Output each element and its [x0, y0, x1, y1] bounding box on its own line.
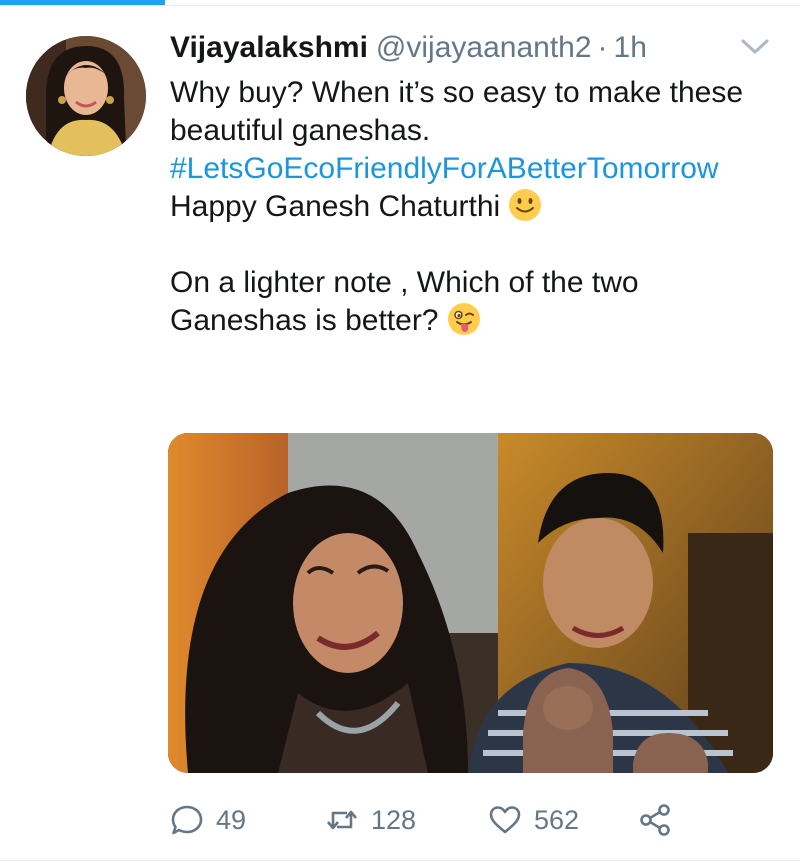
reply-count: 49: [216, 804, 247, 835]
winking-face-with-tongue-icon: [447, 303, 480, 335]
slightly-smiling-face-icon: [509, 189, 542, 221]
author-handle[interactable]: @vijayaananth2: [376, 30, 592, 66]
top-divider: [0, 5, 800, 6]
retweet-button[interactable]: 128: [325, 800, 416, 840]
retweet-icon: [327, 810, 357, 830]
tweet-timestamp[interactable]: 1h: [614, 30, 647, 66]
tweet-line-1: Why buy? When it’s so easy to make these…: [170, 76, 744, 147]
avatar-image: [26, 36, 146, 156]
tweet-line-2: Happy Ganesh Chaturthi: [170, 188, 780, 226]
tweet-text: Why buy? When it’s so easy to make these…: [170, 74, 780, 340]
like-count: 562: [534, 804, 580, 835]
heart-icon: [489, 806, 521, 834]
separator-dot: ·: [597, 31, 608, 64]
tweet-line-3: On a lighter note , Which of the two Gan…: [170, 264, 780, 340]
tweet-header: Vijayalakshmi @vijayaananth2 · 1h: [170, 30, 780, 66]
hashtag-link[interactable]: #LetsGoEcoFriendlyForABetterTomorrow: [170, 150, 780, 188]
share-icon: [640, 804, 670, 836]
chevron-down-icon[interactable]: [737, 32, 773, 62]
question-text: On a lighter note , Which of the two Gan…: [170, 266, 639, 337]
tweet-photo[interactable]: [168, 433, 773, 773]
reply-button[interactable]: 49: [170, 800, 246, 840]
avatar[interactable]: [26, 36, 146, 156]
greeting-text: Happy Ganesh Chaturthi: [170, 190, 501, 223]
like-button[interactable]: 562: [488, 800, 579, 840]
bottom-divider: [0, 860, 800, 861]
photo-image: [168, 433, 773, 773]
retweet-count: 128: [371, 804, 417, 835]
share-button[interactable]: [638, 800, 684, 840]
author-name[interactable]: Vijayalakshmi: [170, 30, 368, 66]
reply-icon: [171, 805, 203, 835]
